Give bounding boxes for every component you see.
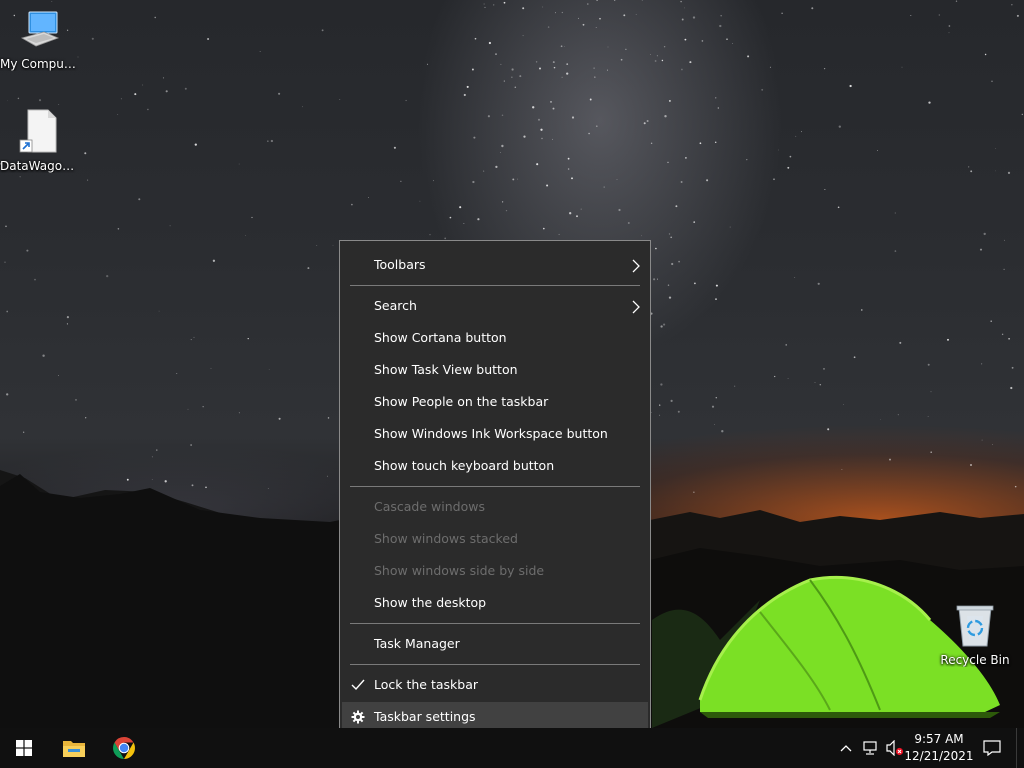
menu-item-label: Lock the taskbar [374, 677, 479, 692]
gear-icon [351, 710, 365, 724]
show-hidden-icons-button[interactable] [834, 728, 858, 768]
chevron-up-icon [840, 745, 852, 752]
desktop-icon-datawagon[interactable]: DataWagon... [0, 108, 80, 173]
clock-time: 9:57 AM [914, 732, 964, 746]
menu-item-label: Search [374, 298, 417, 313]
menu-item-show-cortana-button[interactable]: Show Cortana button [342, 323, 648, 353]
menu-item-search[interactable]: Search [342, 291, 648, 321]
menu-item-label: Taskbar settings [374, 709, 476, 724]
menu-item-label: Task Manager [374, 636, 460, 651]
folder-icon [63, 741, 85, 757]
menu-item-show-task-view-button[interactable]: Show Task View button [342, 355, 648, 385]
menu-item-show-windows-stacked: Show windows stacked [342, 524, 648, 554]
checkmark-icon [351, 679, 365, 691]
menu-item-label: Show windows stacked [374, 531, 518, 546]
chevron-right-icon [632, 300, 640, 314]
action-center-button[interactable] [978, 728, 1006, 768]
menu-item-lock-the-taskbar[interactable]: Lock the taskbar [342, 670, 648, 700]
desktop-icon-recycle-bin[interactable]: Recycle Bin [935, 602, 1015, 667]
windows-logo-icon [16, 740, 32, 756]
network-icon [863, 741, 877, 755]
recycle-bin-icon [956, 605, 994, 647]
menu-item-label: Show windows side by side [374, 563, 545, 578]
show-desktop-button[interactable] [1016, 728, 1024, 768]
menu-item-task-manager[interactable]: Task Manager [342, 629, 648, 659]
taskbar[interactable]: 9:57 AM 12/21/2021 [0, 728, 1024, 768]
menu-item-taskbar-settings[interactable]: Taskbar settings [342, 702, 648, 728]
menu-item-label: Show touch keyboard button [374, 458, 555, 473]
desktop-icon-my-computer[interactable]: My Computer [0, 8, 80, 71]
menu-separator [350, 664, 640, 665]
menu-item-label: Show Windows Ink Workspace button [374, 426, 608, 441]
menu-separator [350, 285, 640, 286]
menu-item-label: Show People on the taskbar [374, 394, 549, 409]
menu-item-label: Show Cortana button [374, 330, 507, 345]
desktop-wallpaper[interactable]: My Computer DataWagon... Recycle Bin Too… [0, 0, 1024, 728]
file-explorer-button[interactable] [50, 728, 98, 768]
taskbar-context-menu: Toolbars Search Show Cortana button Show… [339, 240, 651, 728]
document-shortcut-icon [19, 109, 57, 153]
action-center-icon [983, 740, 1001, 756]
clock-button[interactable]: 9:57 AM 12/21/2021 [902, 731, 976, 765]
chrome-icon [113, 737, 135, 759]
menu-item-show-windows-ink[interactable]: Show Windows Ink Workspace button [342, 419, 648, 449]
menu-item-label: Show the desktop [374, 595, 487, 610]
clock-date: 12/21/2021 [904, 749, 974, 763]
desktop-icon-label: Recycle Bin [940, 653, 1010, 667]
menu-item-show-windows-side-by-side: Show windows side by side [342, 556, 648, 586]
menu-separator [350, 623, 640, 624]
menu-item-show-touch-keyboard[interactable]: Show touch keyboard button [342, 451, 648, 481]
menu-item-show-people[interactable]: Show People on the taskbar [342, 387, 648, 417]
menu-item-toolbars[interactable]: Toolbars [342, 250, 648, 280]
desktop-icon-label: DataWagon... [0, 159, 80, 173]
menu-item-show-the-desktop[interactable]: Show the desktop [342, 588, 648, 618]
menu-item-label: Toolbars [374, 257, 426, 272]
chrome-button[interactable] [100, 728, 148, 768]
menu-item-cascade-windows: Cascade windows [342, 492, 648, 522]
start-button[interactable] [0, 728, 48, 768]
desktop-icon-label: My Computer [0, 57, 80, 71]
menu-item-label: Show Task View button [374, 362, 518, 377]
menu-separator [350, 486, 640, 487]
network-status-button[interactable] [858, 728, 884, 768]
chevron-right-icon [632, 259, 640, 273]
menu-item-label: Cascade windows [374, 499, 485, 514]
computer-icon [20, 11, 60, 47]
